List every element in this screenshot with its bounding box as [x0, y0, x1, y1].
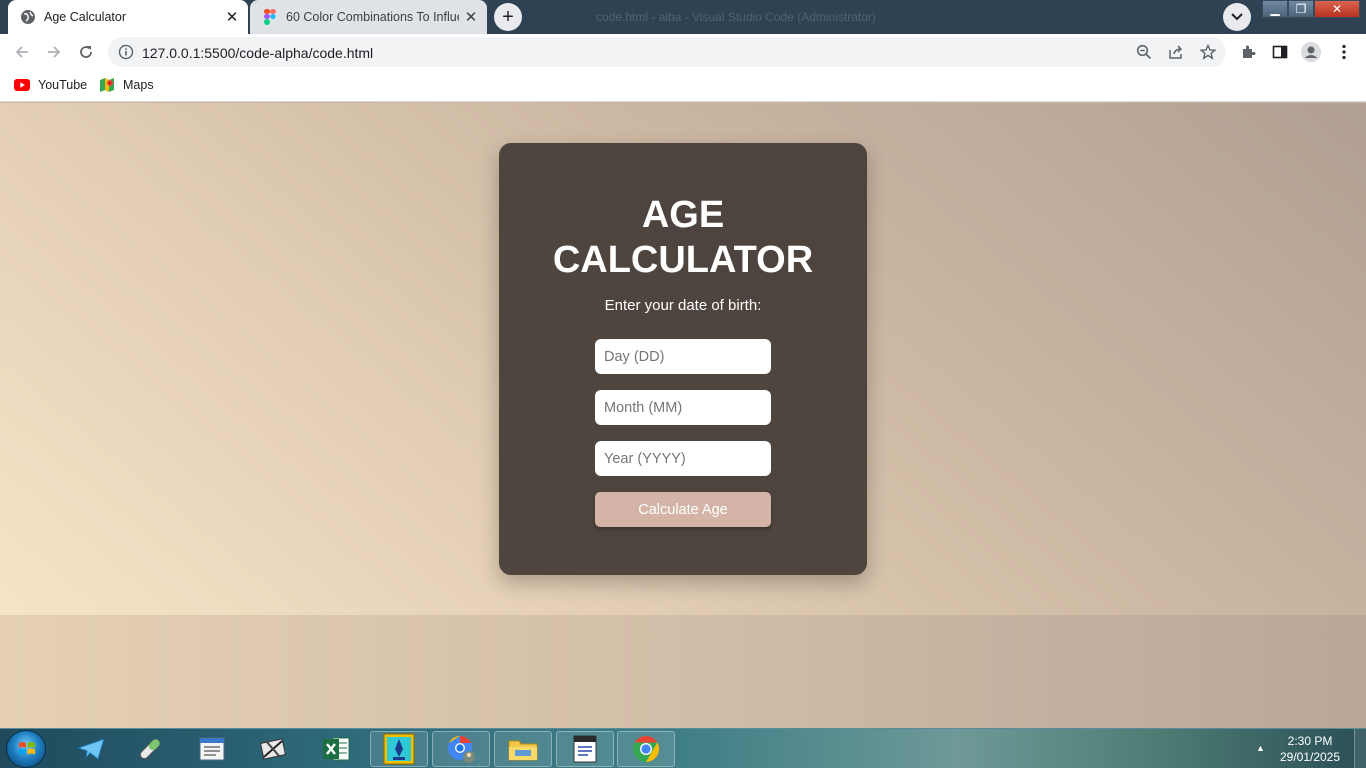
pill-icon[interactable] — [121, 731, 179, 767]
start-button[interactable] — [6, 730, 46, 768]
side-panel-icon[interactable] — [1270, 42, 1290, 62]
forward-button[interactable] — [40, 38, 68, 66]
year-input[interactable] — [595, 441, 771, 476]
show-hidden-icons-icon[interactable]: ▲ — [1256, 743, 1265, 753]
back-button[interactable] — [8, 38, 36, 66]
tab-title: Age Calculator — [44, 10, 126, 24]
more-menu-icon[interactable] — [1334, 42, 1354, 62]
page-background-lower — [0, 615, 1366, 728]
day-input[interactable] — [595, 339, 771, 374]
window-controls: ▁ ❐ ✕ — [1262, 0, 1360, 18]
text-editor-icon[interactable] — [556, 731, 614, 767]
share-icon[interactable] — [1168, 44, 1184, 60]
telegram-icon[interactable] — [62, 731, 120, 767]
age-calculator-card: AGE CALCULATOR Enter your date of birth:… — [499, 143, 867, 575]
close-tab-icon[interactable]: ✕ — [220, 5, 244, 29]
profile-avatar-icon[interactable] — [1301, 42, 1321, 62]
dob-prompt: Enter your date of birth: — [604, 297, 762, 314]
tools-icon[interactable] — [244, 731, 302, 767]
arrow-left-icon — [15, 46, 28, 58]
system-clock[interactable]: 2:30 PM 29/01/2025 — [1270, 733, 1350, 765]
excel-icon[interactable] — [307, 731, 365, 767]
minimize-button[interactable]: ▁ — [1262, 0, 1288, 18]
title-line-2: CALCULATOR — [552, 239, 814, 281]
close-tab-icon[interactable]: ✕ — [459, 5, 483, 29]
bookmark-youtube[interactable]: YouTube — [14, 77, 87, 93]
chrome-profile-icon[interactable] — [432, 731, 490, 767]
globe-icon — [20, 9, 36, 25]
url-text: 127.0.0.1:5500/code-alpha/code.html — [142, 45, 374, 61]
figma-icon — [262, 9, 278, 25]
file-explorer-icon[interactable] — [494, 731, 552, 767]
bookmark-label: Maps — [123, 78, 154, 92]
page-viewport: AGE CALCULATOR Enter your date of birth:… — [0, 103, 1366, 615]
site-info-icon[interactable] — [118, 44, 134, 60]
tab-color-combinations[interactable]: 60 Color Combinations To Influence ✕ — [250, 0, 487, 34]
zoom-icon[interactable] — [1136, 44, 1152, 60]
address-bar[interactable]: 127.0.0.1:5500/code-alpha/code.html — [108, 37, 1226, 67]
youtube-icon — [14, 77, 30, 93]
chevron-down-icon — [1231, 13, 1243, 21]
tab-age-calculator[interactable]: Age Calculator ✕ — [8, 0, 248, 34]
bookmarks-bar: YouTube Maps — [0, 70, 1366, 102]
tab-search-button[interactable] — [1223, 3, 1251, 31]
windows-taskbar: ▲ 2:30 PM 29/01/2025 — [0, 728, 1366, 768]
new-tab-button[interactable]: + — [494, 3, 522, 31]
extensions-icon[interactable] — [1238, 42, 1258, 62]
calculate-age-button[interactable]: Calculate Age — [595, 492, 771, 527]
title-line-1: AGE — [641, 194, 725, 236]
page-title: AGE CALCULATOR — [499, 193, 867, 283]
pen-tool-icon[interactable] — [370, 731, 428, 767]
notepad-icon[interactable] — [183, 731, 241, 767]
bookmark-maps[interactable]: Maps — [99, 77, 154, 93]
arrow-right-icon — [48, 46, 61, 58]
clock-date: 29/01/2025 — [1279, 750, 1341, 764]
browser-tab-bar: Age Calculator ✕ 60 Color Combinations T… — [0, 0, 1366, 34]
clock-time: 2:30 PM — [1287, 734, 1333, 748]
tab-title: 60 Color Combinations To Influence — [286, 10, 459, 24]
window-title: code.html - alba - Visual Studio Code (A… — [596, 10, 876, 24]
bookmark-label: YouTube — [38, 78, 88, 92]
maximize-button[interactable]: ❐ — [1288, 0, 1314, 18]
month-input[interactable] — [595, 390, 771, 425]
chrome-icon[interactable] — [617, 731, 675, 767]
reload-button[interactable] — [72, 38, 100, 66]
maps-icon — [99, 77, 115, 93]
browser-toolbar: 127.0.0.1:5500/code-alpha/code.html — [0, 34, 1366, 70]
close-window-button[interactable]: ✕ — [1314, 0, 1360, 18]
bookmark-star-icon[interactable] — [1200, 44, 1216, 60]
show-desktop-button[interactable] — [1354, 729, 1366, 768]
reload-icon — [80, 46, 92, 58]
windows-logo-icon — [18, 740, 36, 758]
